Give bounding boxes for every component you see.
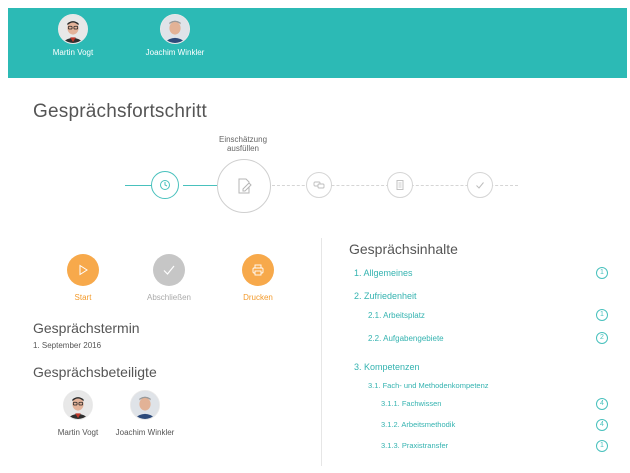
count-badge: 2 <box>596 332 608 344</box>
martin-vogt-avatar <box>63 390 93 420</box>
chat-icon <box>313 181 325 189</box>
column-divider <box>321 238 322 466</box>
inhalte-heading: Gesprächsinhalte <box>349 241 458 257</box>
joachim-winkler-avatar <box>130 390 160 420</box>
tree-item-arbeitsmethodik[interactable]: 3.1.2. Arbeitsmethodik <box>381 420 455 429</box>
joachim-winkler-avatar <box>160 14 190 44</box>
participant-name: Martin Vogt <box>52 48 94 57</box>
play-icon <box>79 264 88 276</box>
page-title: Gesprächsfortschritt <box>33 101 207 122</box>
main-card: Gesprächsfortschritt Einschätzung ausfül… <box>8 78 627 473</box>
finish-label: Abschließen <box>146 293 192 302</box>
step-einschaetzung[interactable] <box>217 159 271 213</box>
tree-item-zufriedenheit[interactable]: 2. Zufriedenheit <box>354 291 417 301</box>
tree-item-praxistransfer[interactable]: 3.1.3. Praxistransfer <box>381 441 448 450</box>
step-gespraech[interactable] <box>306 172 332 198</box>
printer-icon <box>252 264 264 276</box>
count-badge: 4 <box>596 398 608 410</box>
step-protokoll[interactable] <box>387 172 413 198</box>
progress-stepper: Einschätzung ausfüllen <box>8 133 627 213</box>
step-abschluss[interactable] <box>467 172 493 198</box>
start-label: Start <box>74 293 92 302</box>
document-list-icon <box>396 180 404 190</box>
start-button[interactable]: Start <box>48 254 118 302</box>
print-button[interactable]: Drucken <box>223 254 293 302</box>
checkmark-icon <box>476 182 484 189</box>
count-badge: 1 <box>596 267 608 279</box>
current-step-label: Einschätzung ausfüllen <box>218 135 268 153</box>
checkmark-icon <box>163 265 175 275</box>
tree-item-arbeitsplatz[interactable]: 2.1. Arbeitsplatz <box>368 311 425 320</box>
finish-button[interactable]: Abschließen <box>134 254 204 302</box>
step-start[interactable] <box>151 171 179 199</box>
tree-item-allgemeines[interactable]: 1. Allgemeines <box>354 268 413 278</box>
beteiligte-heading: Gesprächsbeteiligte <box>33 364 157 380</box>
action-buttons: Start Abschließen Drucken <box>48 254 308 304</box>
clock-icon <box>160 180 170 190</box>
participant-joachim-winkler[interactable]: Joachim Winkler <box>105 390 185 437</box>
print-label: Drucken <box>243 293 273 302</box>
participant-name: Joachim Winkler <box>115 428 175 437</box>
header-participant-martin-vogt[interactable]: Martin Vogt <box>28 14 118 57</box>
tree-item-fach-methodenkompetenz[interactable]: 3.1. Fach- und Methodenkompetenz <box>368 381 489 390</box>
participants-header: Martin Vogt Joachim Winkler <box>8 8 627 78</box>
tree-item-fachwissen[interactable]: 3.1.1. Fachwissen <box>381 399 441 408</box>
martin-vogt-avatar <box>58 14 88 44</box>
tree-item-aufgabengebiete[interactable]: 2.2. Aufgabengebiete <box>368 334 444 343</box>
termin-heading: Gesprächstermin <box>33 320 140 336</box>
participant-name: Joachim Winkler <box>145 48 205 57</box>
termin-date: 1. September 2016 <box>33 341 102 350</box>
header-participant-joachim-winkler[interactable]: Joachim Winkler <box>130 14 220 57</box>
count-badge: 1 <box>596 440 608 452</box>
tree-item-kompetenzen[interactable]: 3. Kompetenzen <box>354 362 420 372</box>
count-badge: 1 <box>596 309 608 321</box>
edit-document-icon <box>238 178 252 194</box>
count-badge: 4 <box>596 419 608 431</box>
progress-line-done <box>183 185 217 186</box>
